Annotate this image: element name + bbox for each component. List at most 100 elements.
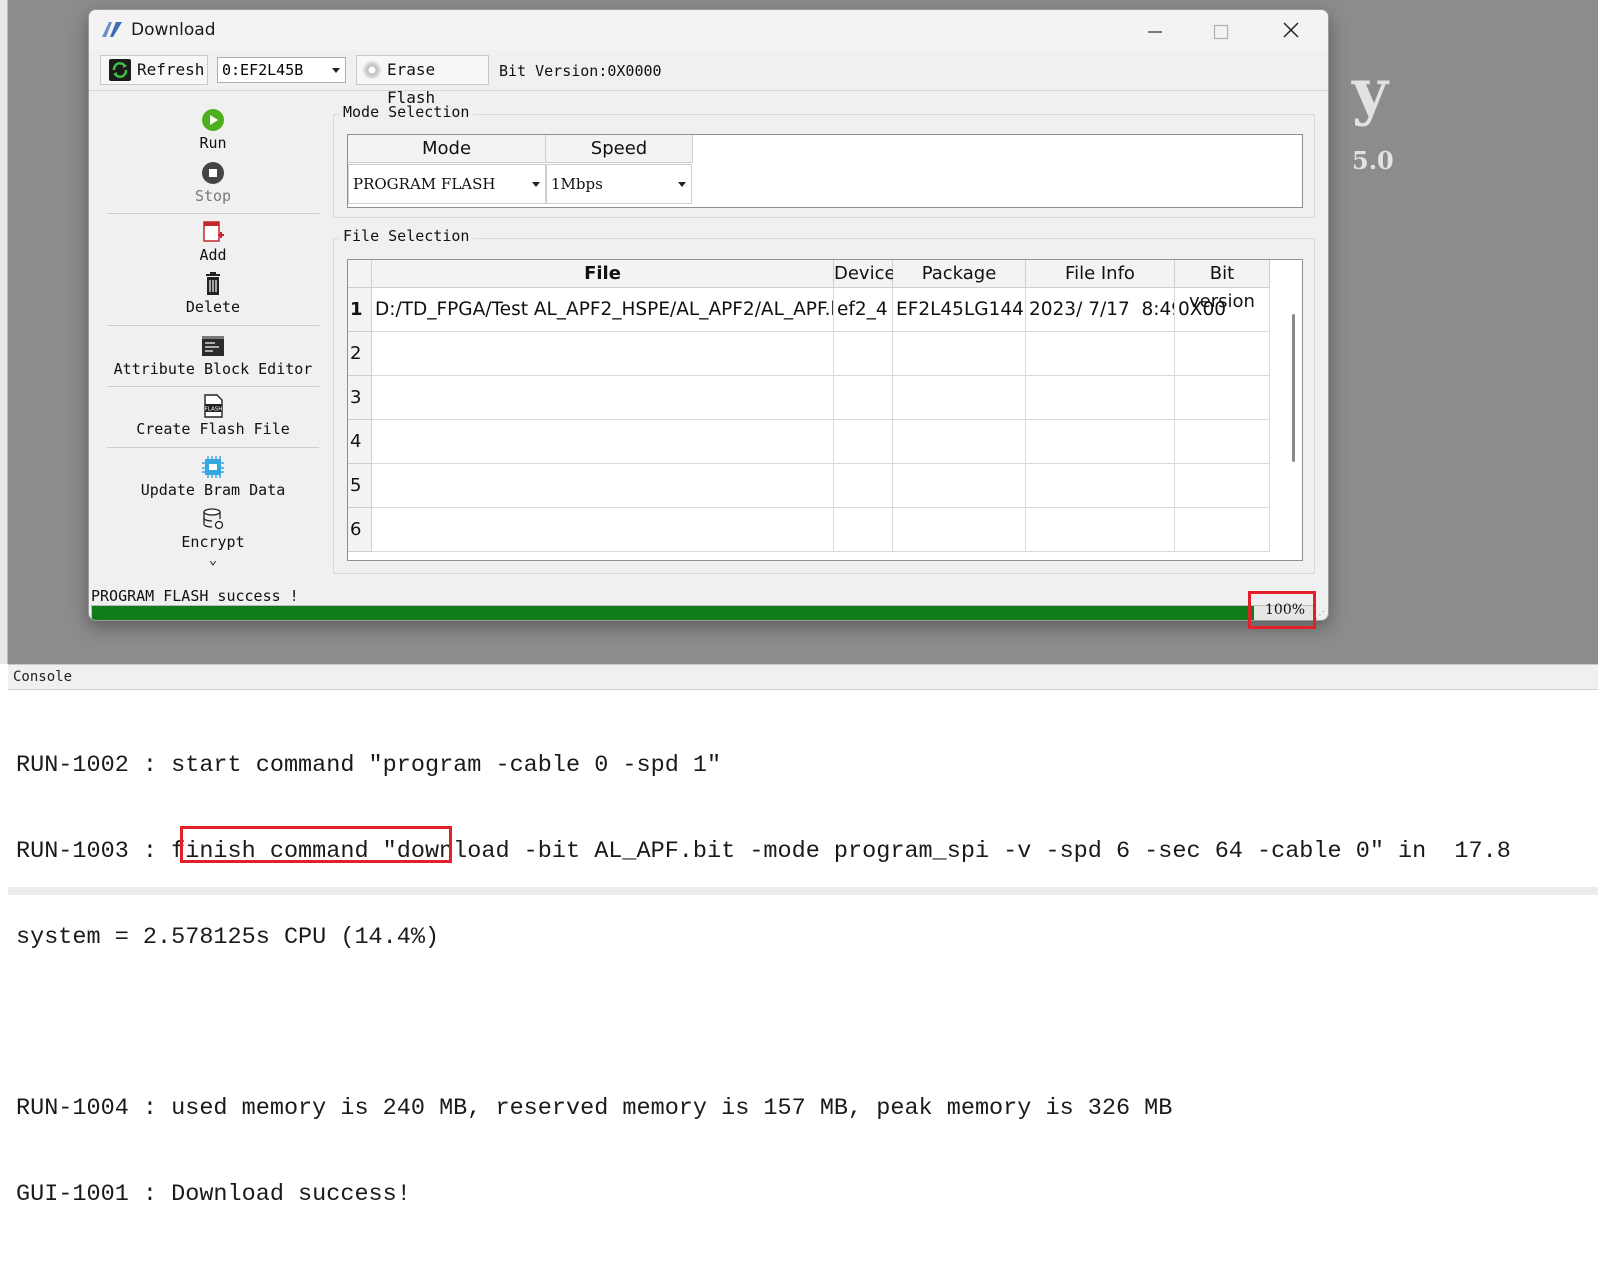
background-version-fragment: 5.0 (1352, 146, 1394, 175)
row-number[interactable]: 1 (348, 288, 372, 332)
file-info-header[interactable]: File Info (1026, 260, 1175, 288)
bit-version-label: Bit Version:0X0000 (499, 62, 662, 80)
speed-select[interactable]: 1Mbps (546, 164, 692, 204)
erase-flash-button[interactable]: Erase Flash (356, 55, 489, 107)
table-cell-file-info[interactable] (1026, 464, 1175, 508)
table-cell-file-info[interactable] (1026, 508, 1175, 552)
corner-header[interactable] (348, 260, 372, 288)
console-line: RUN-1002 : start command "program -cable… (16, 752, 722, 780)
minimize-button[interactable] (1125, 10, 1185, 50)
add-file-icon (203, 221, 224, 242)
editor-icon (202, 336, 224, 356)
table-cell-device[interactable] (834, 508, 893, 552)
table-cell-bit-version[interactable] (1175, 420, 1270, 464)
row-number[interactable]: 6 (348, 508, 372, 552)
table-cell-file-info[interactable] (1026, 376, 1175, 420)
console-title: Console (13, 669, 73, 685)
delete-button[interactable]: Delete (107, 272, 319, 320)
table-cell-package[interactable] (893, 508, 1026, 552)
refresh-label: Refresh (137, 60, 205, 79)
add-label: Add (199, 246, 227, 264)
table-cell-package[interactable] (893, 464, 1026, 508)
attribute-block-editor-button[interactable]: Attribute Block Editor (107, 334, 319, 382)
console-header: Console (8, 665, 1598, 690)
table-cell-file-info[interactable]: 2023/ 7/17 8:49 (1026, 288, 1175, 332)
run-button[interactable]: Run (107, 108, 319, 156)
more-actions-button[interactable]: ⌄ (107, 552, 319, 568)
device-select[interactable]: 0:EF2L45B (217, 57, 346, 83)
file-header[interactable]: File (372, 260, 834, 288)
divider (107, 213, 319, 214)
close-icon (1283, 22, 1299, 38)
chevron-down-icon (332, 68, 340, 73)
progress-highlight-box (1248, 591, 1316, 629)
row-number[interactable]: 5 (348, 464, 372, 508)
package-header[interactable]: Package (893, 260, 1026, 288)
table-cell-file[interactable] (372, 332, 834, 376)
mode-select-value: PROGRAM FLASH (353, 175, 496, 193)
play-icon (202, 109, 224, 131)
chevron-down-icon (678, 182, 686, 187)
table-cell-device[interactable] (834, 376, 893, 420)
table-cell-file[interactable] (372, 464, 834, 508)
table-cell-bit-version[interactable] (1175, 508, 1270, 552)
table-cell-file[interactable] (372, 508, 834, 552)
speed-select-value: 1Mbps (551, 175, 603, 193)
console-output[interactable]: RUN-1002 : start command "program -cable… (16, 695, 1511, 1267)
create-flash-file-button[interactable]: FLASH Create Flash File (107, 394, 319, 442)
table-cell-device[interactable] (834, 464, 893, 508)
table-cell-file[interactable] (372, 420, 834, 464)
chip-icon (202, 456, 224, 478)
row-number[interactable]: 4 (348, 420, 372, 464)
title-bar[interactable]: Download (89, 10, 1328, 50)
table-cell-file[interactable] (372, 376, 834, 420)
table-cell-device[interactable] (834, 332, 893, 376)
toolbar: Refresh 0:EF2L45B Erase Flash Bit Versio… (89, 50, 1328, 107)
table-cell-bit-version[interactable] (1175, 332, 1270, 376)
table-cell-device[interactable] (834, 420, 893, 464)
encrypt-label: Encrypt (181, 533, 245, 551)
scrollbar-thumb[interactable] (1292, 314, 1295, 462)
file-table-scrollbar[interactable] (1286, 288, 1302, 560)
action-panel: Run Stop Add Delete Attribute Block Edit… (107, 102, 319, 580)
bit-version-header[interactable]: Bit version (1175, 260, 1270, 312)
device-header[interactable]: Device (834, 260, 896, 288)
resize-grip-icon[interactable]: ⋰ (1315, 610, 1325, 620)
run-label: Run (199, 134, 227, 152)
row-number[interactable]: 3 (348, 376, 372, 420)
encrypt-button[interactable]: Encrypt (107, 507, 319, 555)
table-cell-package[interactable] (893, 332, 1026, 376)
mode-select[interactable]: PROGRAM FLASH (348, 164, 546, 204)
window-title: Download (131, 20, 216, 40)
table-cell-bit-version[interactable]: 0X00 (1175, 288, 1270, 332)
progress-bar (91, 605, 1315, 620)
maximize-button[interactable] (1191, 10, 1251, 50)
table-cell-package[interactable]: EF2L45LG144B (893, 288, 1026, 332)
add-button[interactable]: Add (107, 220, 319, 268)
table-cell-package[interactable] (893, 420, 1026, 464)
delete-label: Delete (185, 298, 241, 316)
table-cell-file[interactable]: D:/TD_FPGA/Test AL_APF2_HSPE/AL_APF2/AL_… (372, 288, 834, 332)
table-cell-file-info[interactable] (1026, 332, 1175, 376)
maximize-icon (1213, 24, 1229, 39)
refresh-icon (109, 59, 131, 81)
stop-button[interactable]: Stop (107, 161, 319, 209)
table-cell-bit-version[interactable] (1175, 376, 1270, 420)
row-number[interactable]: 2 (348, 332, 372, 376)
device-select-value: 0:EF2L45B (222, 61, 304, 79)
table-cell-device[interactable]: ef2_4 (834, 288, 893, 332)
update-bram-data-button[interactable]: Update Bram Data (107, 455, 319, 503)
mode-selection-title: Mode Selection (339, 103, 474, 121)
background-left-panel (0, 0, 8, 664)
table-cell-file-info[interactable] (1026, 420, 1175, 464)
refresh-button[interactable]: Refresh (100, 55, 208, 85)
status-message: PROGRAM FLASH success ! (91, 587, 299, 605)
table-cell-bit-version[interactable] (1175, 464, 1270, 508)
close-button[interactable] (1261, 10, 1321, 50)
console-line: RUN-1004 : used memory is 240 MB, reserv… (16, 1095, 1173, 1123)
file-selection-title: File Selection (339, 227, 474, 245)
app-logo-icon (102, 22, 122, 37)
table-cell-package[interactable] (893, 376, 1026, 420)
speed-header: Speed (546, 135, 693, 163)
